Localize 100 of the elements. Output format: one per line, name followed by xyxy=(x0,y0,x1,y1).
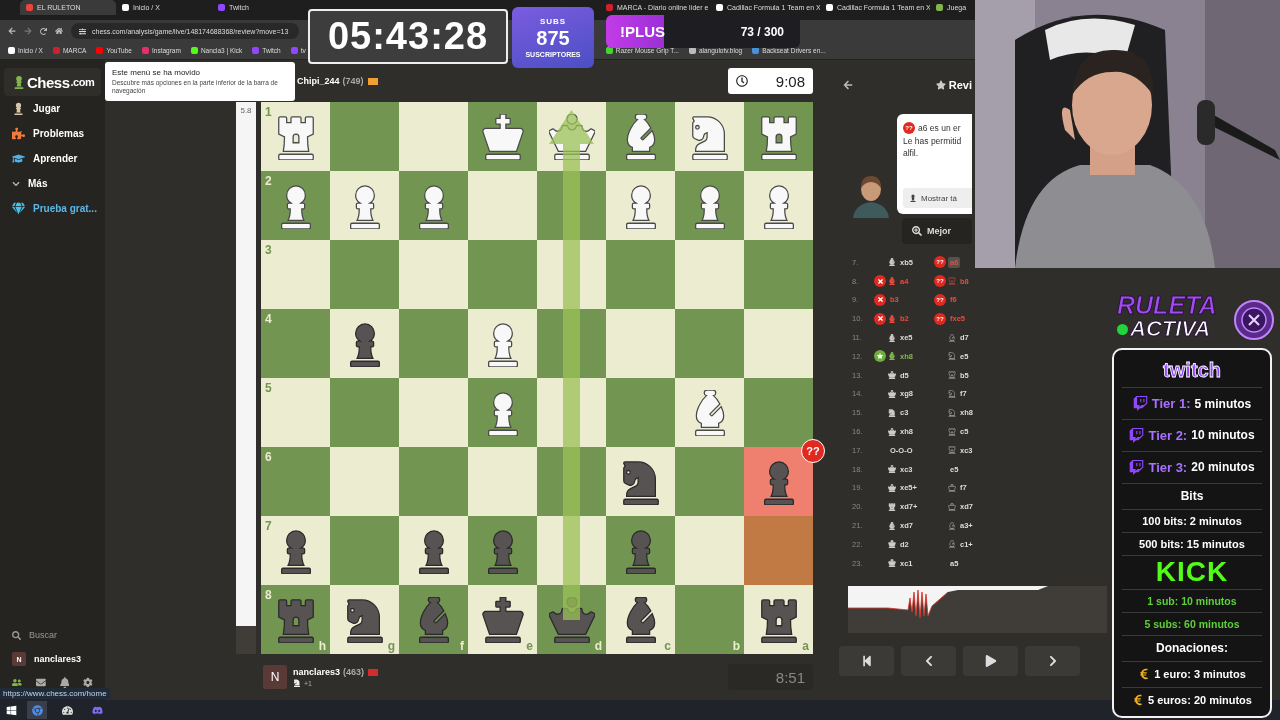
king-icon[interactable] xyxy=(479,113,526,160)
king-icon[interactable] xyxy=(479,596,526,643)
bishop-icon xyxy=(948,521,956,530)
show-button[interactable]: Mostrar tá xyxy=(903,188,972,208)
board-square[interactable] xyxy=(675,171,744,240)
rook-icon xyxy=(948,446,956,455)
rank-label: 7 xyxy=(265,519,272,533)
bishop-icon xyxy=(948,333,956,342)
board-square[interactable] xyxy=(399,171,468,240)
reward-text: 500 bits: 15 minutos xyxy=(1139,537,1245,550)
knight-icon xyxy=(293,679,301,687)
tier-label: Tier 2: xyxy=(1148,427,1188,443)
forward-icon[interactable] xyxy=(24,27,32,35)
file-label: a xyxy=(802,639,809,653)
home-icon[interactable] xyxy=(55,27,63,35)
back-icon[interactable] xyxy=(843,80,853,90)
player-name[interactable]: Chipi_244 (749) xyxy=(297,76,378,86)
knight-icon xyxy=(948,389,956,398)
euro-icon xyxy=(1138,668,1151,681)
twitch-icon xyxy=(1132,396,1148,412)
coach-text: alfil. xyxy=(903,148,920,158)
knight-icon xyxy=(948,352,956,361)
settings-icon[interactable] xyxy=(83,677,93,688)
best-move-button[interactable]: Mejor xyxy=(902,218,972,244)
mistake-icon xyxy=(874,294,886,306)
kick-logo: KICK xyxy=(1155,556,1229,589)
file-label: g xyxy=(387,639,395,653)
king-icon xyxy=(888,559,896,568)
board-square[interactable] xyxy=(744,102,813,171)
board-square[interactable] xyxy=(675,378,744,447)
tooltip-title: Este menú se ha movido xyxy=(112,68,202,77)
board-square[interactable] xyxy=(330,171,399,240)
play-button[interactable] xyxy=(963,645,1018,676)
avatar: N xyxy=(263,665,287,689)
search-link[interactable]: Buscar xyxy=(4,623,101,647)
nav-item[interactable]: Problemas xyxy=(4,121,101,146)
reward-text: 1 sub: 10 minutos xyxy=(1147,594,1237,607)
rank-label: 8 xyxy=(265,588,272,602)
file-label: c xyxy=(664,639,671,653)
nav-item[interactable]: Más xyxy=(4,171,101,196)
section-heading: Donaciones: xyxy=(1156,641,1228,656)
board-square[interactable] xyxy=(468,309,537,378)
chess-logo[interactable]: Chess.com xyxy=(4,68,101,96)
board-square[interactable] xyxy=(399,516,468,585)
pawn-icon xyxy=(12,102,25,115)
tier-label: Tier 1: xyxy=(1151,396,1191,412)
eval-score: 5.8 xyxy=(239,106,253,115)
site-settings-icon[interactable] xyxy=(79,27,86,35)
board-square[interactable] xyxy=(330,309,399,378)
queen-icon xyxy=(888,371,896,380)
board-square[interactable] xyxy=(606,102,675,171)
blunder-badge: ?? xyxy=(801,439,825,463)
star-icon xyxy=(935,80,946,90)
mail-icon[interactable] xyxy=(35,677,46,688)
bishop-icon xyxy=(888,277,896,286)
queen-icon xyxy=(888,465,896,474)
chevron-down-icon xyxy=(12,179,20,188)
zoom-icon xyxy=(912,226,922,236)
queen-icon xyxy=(888,427,896,436)
status-url: https://www.chess.com/home xyxy=(0,688,110,699)
file-label: h xyxy=(318,639,326,653)
bell-icon[interactable] xyxy=(59,677,70,688)
nav-item[interactable]: Jugar xyxy=(4,96,101,121)
bishop-icon xyxy=(888,352,896,361)
roulette-subtitle: ACTIVA xyxy=(1130,318,1211,340)
player-name[interactable]: nanclares3 (463) xyxy=(293,667,379,677)
nav-item[interactable]: Prueba grat... xyxy=(4,196,101,221)
nav-item[interactable]: Aprender xyxy=(4,146,101,171)
tier-label: Tier 3: xyxy=(1148,459,1188,475)
browser-icon[interactable] xyxy=(27,701,47,719)
friends-icon[interactable] xyxy=(12,677,22,688)
queen-icon xyxy=(888,483,896,492)
rank-label: 4 xyxy=(265,312,272,326)
board-square[interactable] xyxy=(744,171,813,240)
search-icon xyxy=(12,630,21,640)
roulette-wheel-icon xyxy=(1233,299,1275,341)
reload-icon[interactable] xyxy=(40,27,47,35)
first-move-button[interactable] xyxy=(839,645,894,676)
board-square[interactable] xyxy=(468,102,537,171)
file-label: f xyxy=(460,639,464,653)
progress-count: 73 / 300 xyxy=(740,24,784,39)
king-icon xyxy=(948,502,956,511)
player-clock: 9:08 xyxy=(728,68,813,94)
flag-icon xyxy=(368,669,379,677)
rank-label: 1 xyxy=(265,105,272,119)
knight-icon xyxy=(888,408,896,417)
reward-text: 100 bits: 2 minutos xyxy=(1142,515,1242,528)
board-square[interactable] xyxy=(606,171,675,240)
back-icon[interactable] xyxy=(8,27,16,35)
graduation-cap-icon xyxy=(12,152,25,165)
board-square[interactable] xyxy=(675,102,744,171)
knight-icon xyxy=(948,408,956,417)
bishop-icon xyxy=(948,540,956,549)
flag-icon xyxy=(367,78,378,86)
board-square[interactable] xyxy=(606,447,675,516)
windows-icon[interactable] xyxy=(6,704,17,716)
board-square[interactable] xyxy=(468,378,537,447)
coach-text: Le has permitid xyxy=(903,136,963,146)
twitch-logo: twitch xyxy=(1163,359,1221,383)
file-label: d xyxy=(594,639,602,653)
